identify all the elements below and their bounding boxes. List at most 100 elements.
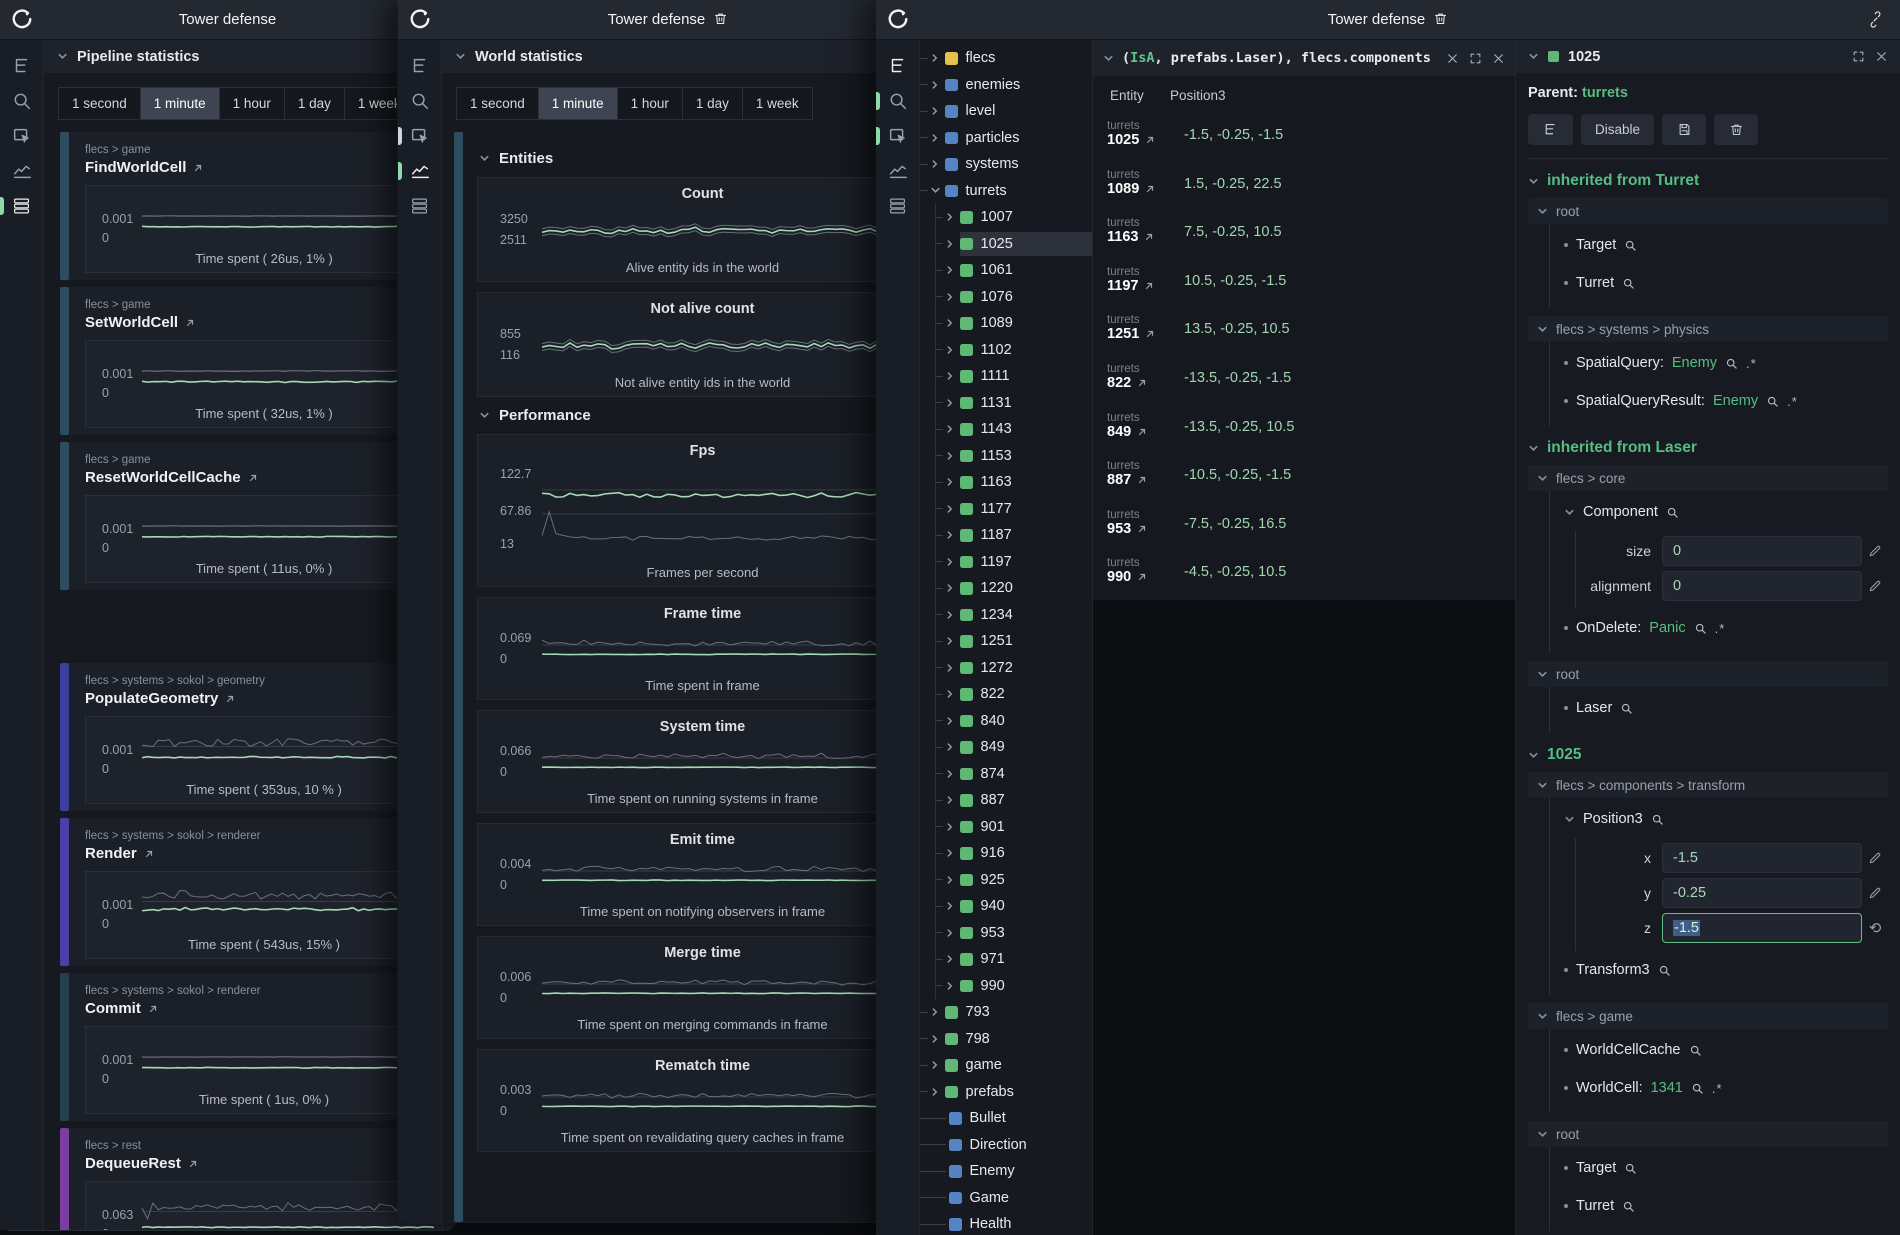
tree-item-level[interactable]: level — [920, 98, 1092, 125]
chevron-right-icon[interactable] — [943, 636, 957, 646]
range-tab-1-hour[interactable]: 1 hour — [618, 88, 682, 119]
external-link-icon[interactable] — [1144, 134, 1156, 146]
chevron-right-icon[interactable] — [928, 106, 942, 116]
chevron-right-icon[interactable] — [928, 53, 942, 63]
range-tab-1-day[interactable]: 1 day — [683, 88, 742, 119]
parent-link[interactable]: turrets — [1582, 85, 1628, 101]
row-entity-id[interactable]: 1197 — [1107, 278, 1170, 294]
range-tab-1-minute[interactable]: 1 minute — [539, 88, 617, 119]
query-row-1089[interactable]: turrets 1089 1.5, -0.25, 22.5 — [1093, 163, 1515, 212]
module-path-bar[interactable]: root — [1528, 1121, 1888, 1147]
chevron-right-icon[interactable] — [943, 769, 957, 779]
chevron-right-icon[interactable] — [928, 133, 942, 143]
tree-item-1197[interactable]: 1197 — [920, 549, 1092, 576]
tree-item-793[interactable]: 793 — [920, 999, 1092, 1026]
tree-item-971[interactable]: 971 — [920, 946, 1092, 973]
component-value-link[interactable]: Enemy — [1672, 355, 1717, 371]
component-item-Transform3[interactable]: Transform3 — [1564, 951, 1888, 989]
tree-item-901[interactable]: 901 — [920, 814, 1092, 841]
external-link-icon[interactable] — [192, 162, 204, 174]
chevron-right-icon[interactable] — [943, 292, 957, 302]
tree-view-icon[interactable] — [408, 54, 432, 78]
tree-view-button[interactable] — [1528, 114, 1573, 145]
tree-item-1111[interactable]: 1111 — [920, 363, 1092, 390]
search-icon[interactable] — [408, 89, 432, 113]
inspector-section-inherited-from-Laser[interactable]: inherited from Laser — [1528, 439, 1888, 457]
stats-view-icon[interactable] — [886, 194, 910, 218]
chevron-right-icon[interactable] — [943, 345, 957, 355]
chevron-right-icon[interactable] — [943, 424, 957, 434]
tree-item-1089[interactable]: 1089 — [920, 310, 1092, 337]
tree-item-Enemy[interactable]: Enemy — [920, 1158, 1092, 1185]
close-query-icon[interactable] — [1492, 52, 1505, 65]
component-item-Target[interactable]: Target — [1564, 226, 1888, 264]
chevron-right-icon[interactable] — [943, 795, 957, 805]
tree-item-990[interactable]: 990 — [920, 973, 1092, 1000]
external-link-icon[interactable] — [184, 317, 196, 329]
trash-icon[interactable] — [1433, 11, 1448, 26]
field-input-x[interactable]: -1.5 — [1662, 843, 1862, 873]
search-icon[interactable] — [1622, 277, 1635, 290]
chevron-right-icon[interactable] — [943, 928, 957, 938]
close-inspector-icon[interactable] — [1875, 50, 1888, 63]
range-tab-1-second[interactable]: 1 second — [457, 88, 538, 119]
row-entity-id[interactable]: 1025 — [1107, 132, 1170, 148]
card-title[interactable]: FindWorldCell — [85, 159, 443, 176]
component-item-SpatialQueryResult[interactable]: SpatialQueryResult:Enemy.* — [1564, 382, 1888, 420]
search-icon[interactable] — [1651, 813, 1664, 826]
query-view-icon[interactable] — [408, 124, 432, 148]
chevron-right-icon[interactable] — [928, 1007, 942, 1017]
search-icon[interactable] — [1624, 1162, 1637, 1175]
row-entity-id[interactable]: 822 — [1107, 375, 1170, 391]
module-path-bar[interactable]: root — [1528, 198, 1888, 224]
range-tab-1-day[interactable]: 1 day — [285, 88, 344, 119]
inspector-section-1025[interactable]: 1025 — [1528, 746, 1888, 764]
chevron-right-icon[interactable] — [943, 557, 957, 567]
search-icon[interactable] — [1766, 395, 1779, 408]
row-entity-id[interactable]: 849 — [1107, 424, 1170, 440]
card-title[interactable]: PopulateGeometry — [85, 690, 443, 707]
chevron-right-icon[interactable] — [943, 981, 957, 991]
tree-item-prefabs[interactable]: prefabs — [920, 1079, 1092, 1106]
chevron-right-icon[interactable] — [943, 239, 957, 249]
tree-item-Direction[interactable]: Direction — [920, 1132, 1092, 1159]
search-icon[interactable] — [886, 89, 910, 113]
row-entity-id[interactable]: 953 — [1107, 521, 1170, 537]
chevron-right-icon[interactable] — [928, 1034, 942, 1044]
field-input-size[interactable]: 0 — [1662, 536, 1862, 566]
card-title[interactable]: ResetWorldCellCache — [85, 469, 443, 486]
pair-icon[interactable]: .* — [1712, 1081, 1723, 1096]
external-link-icon[interactable] — [1136, 377, 1148, 389]
chevron-down-icon[interactable] — [1103, 53, 1114, 64]
stats-view-icon[interactable] — [408, 194, 432, 218]
chevron-right-icon[interactable] — [943, 504, 957, 514]
component-item-Laser[interactable]: Laser — [1564, 689, 1888, 727]
chevron-right-icon[interactable] — [943, 398, 957, 408]
chart-view-icon[interactable] — [10, 159, 34, 183]
query-row-822[interactable]: turrets 822 -13.5, -0.25, -1.5 — [1093, 357, 1515, 406]
tree-item-1272[interactable]: 1272 — [920, 655, 1092, 682]
row-entity-id[interactable]: 887 — [1107, 472, 1170, 488]
chevron-right-icon[interactable] — [943, 848, 957, 858]
card-title[interactable]: DequeueRest — [85, 1155, 443, 1172]
query-row-849[interactable]: turrets 849 -13.5, -0.25, 10.5 — [1093, 406, 1515, 455]
external-link-icon[interactable] — [1143, 231, 1155, 243]
chevron-right-icon[interactable] — [943, 583, 957, 593]
chevron-right-icon[interactable] — [943, 477, 957, 487]
tree-item-953[interactable]: 953 — [920, 920, 1092, 947]
pencil-icon[interactable] — [1862, 579, 1888, 593]
component-value-link[interactable]: Enemy — [1713, 393, 1758, 409]
range-tab-1-hour[interactable]: 1 hour — [220, 88, 284, 119]
tree-item-particles[interactable]: particles — [920, 125, 1092, 152]
external-link-icon[interactable] — [1144, 183, 1156, 195]
tree-item-Game[interactable]: Game — [920, 1185, 1092, 1212]
chevron-right-icon[interactable] — [943, 875, 957, 885]
chevron-right-icon[interactable] — [943, 265, 957, 275]
link-icon[interactable] — [1867, 11, 1884, 28]
field-input-y[interactable]: -0.25 — [1662, 878, 1862, 908]
external-link-icon[interactable] — [1144, 328, 1156, 340]
pipeline-statistics-header[interactable]: Pipeline statistics — [44, 40, 455, 73]
module-path-bar[interactable]: flecs > core — [1528, 465, 1888, 491]
chart-view-icon[interactable] — [408, 159, 432, 183]
search-icon[interactable] — [1725, 357, 1738, 370]
